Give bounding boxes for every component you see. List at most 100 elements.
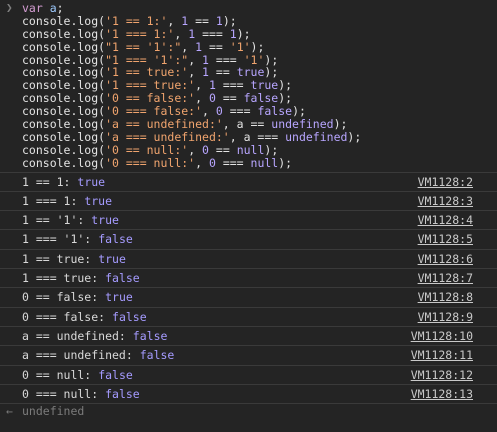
- log-message: a === undefined:: [22, 348, 133, 363]
- code-token: ==: [208, 65, 237, 80]
- code-token: 0: [208, 155, 216, 170]
- code-token: console.log(: [22, 104, 106, 119]
- code-token: ===: [195, 26, 230, 41]
- code-token: ===: [222, 104, 258, 119]
- code-token: 1: [208, 78, 216, 93]
- code-token: undefined: [271, 117, 334, 132]
- log-value: true: [84, 193, 113, 208]
- code-token: ===: [215, 78, 251, 93]
- code-token: ,: [167, 13, 182, 28]
- code-token: 'a === undefined:': [105, 129, 230, 144]
- source-link[interactable]: VM1128:5: [418, 230, 473, 248]
- code-token: ,: [188, 142, 203, 157]
- log-value: false: [105, 386, 140, 401]
- log-value: false: [105, 271, 140, 286]
- code-token: );: [264, 65, 279, 80]
- code-token: '0 === false:': [105, 104, 203, 119]
- code-token: '1 === 1:': [105, 26, 175, 41]
- code-token: );: [236, 26, 251, 41]
- code-token: '1 == true:': [105, 65, 189, 80]
- source-link[interactable]: VM1128:13: [411, 385, 473, 403]
- log-message: 1 == '1':: [22, 213, 85, 228]
- log-value: true: [77, 174, 106, 189]
- code-token: ==: [208, 142, 237, 157]
- log-row: 1 === 1: true VM1128:3: [0, 192, 497, 212]
- log-value: false: [139, 348, 175, 363]
- log-value: true: [91, 213, 119, 228]
- code-token: ;: [56, 1, 64, 15]
- code-token: ,: [188, 65, 203, 80]
- code-block: var a; console.log('1 == 1:', 1 == 1); con…: [22, 2, 497, 170]
- code-token: );: [278, 78, 293, 93]
- code-token: "1 == '1':": [105, 39, 182, 54]
- code-token: );: [250, 39, 265, 54]
- code-token: console.log(: [22, 78, 106, 93]
- code-token: 1: [202, 52, 209, 67]
- source-link[interactable]: VM1128:12: [411, 366, 473, 384]
- code-token: );: [264, 52, 279, 67]
- code-token: false: [257, 104, 293, 119]
- code-token: "1 === '1':": [105, 52, 189, 67]
- return-value: undefined: [22, 404, 85, 419]
- code-token: '1': [229, 39, 251, 54]
- source-link[interactable]: VM1128:4: [418, 211, 473, 229]
- log-message: 0 == false:: [22, 290, 99, 305]
- code-token: ===: [208, 52, 244, 67]
- log-value: true: [105, 290, 133, 305]
- code-token: '1': [243, 52, 265, 67]
- code-token: 1: [215, 13, 223, 28]
- source-link[interactable]: VM1128:3: [418, 192, 473, 210]
- code-token: undefined: [285, 129, 348, 144]
- code-token: );: [333, 117, 348, 132]
- code-token: console.log(: [22, 13, 106, 28]
- log-row: 1 === true: false VM1128:7: [0, 269, 497, 289]
- source-link[interactable]: VM1128:11: [411, 346, 473, 364]
- code-token: );: [278, 155, 293, 170]
- code-token: ,: [195, 91, 209, 106]
- code-token: console.log(: [22, 52, 106, 67]
- code-token: );: [347, 129, 362, 144]
- source-link[interactable]: VM1128:10: [411, 327, 473, 345]
- code-token: console.log(: [22, 129, 106, 144]
- source-link[interactable]: VM1128:7: [418, 269, 473, 287]
- code-token: '1 == 1:': [105, 13, 168, 28]
- code-token: ,: [174, 26, 189, 41]
- log-message: 0 == null:: [22, 367, 92, 382]
- log-value: false: [132, 328, 168, 343]
- code-token: ,: [195, 155, 209, 170]
- source-link[interactable]: VM1128:9: [418, 308, 473, 326]
- log-row: 1 == '1': true VM1128:4: [0, 211, 497, 231]
- code-token: 0: [208, 91, 216, 106]
- log-message: 1 === 1:: [22, 193, 78, 208]
- code-token: true: [236, 65, 265, 80]
- source-link[interactable]: VM1128:2: [418, 173, 473, 191]
- console-input-entry: ❯ var a; console.log('1 == 1:', 1 == 1); c…: [0, 0, 497, 173]
- code-token: );: [292, 104, 306, 119]
- log-row: 1 == true: true VM1128:6: [0, 250, 497, 270]
- log-row: 0 == null: false VM1128:12: [0, 366, 497, 385]
- code-token: console.log(: [22, 39, 106, 54]
- log-row: 1 == 1: true VM1128:2: [0, 173, 497, 192]
- log-list: 1 == 1: true VM1128:2 1 === 1: true VM1128:…: [0, 173, 497, 405]
- code-token: ==: [202, 39, 230, 54]
- code-token: );: [278, 91, 293, 106]
- log-value: false: [112, 309, 147, 324]
- code-token: 0: [215, 104, 223, 119]
- log-message: 0 === null:: [22, 386, 99, 401]
- log-message: 1 == true:: [22, 251, 92, 266]
- code-token: ,: [181, 39, 196, 54]
- log-row: 0 === null: false VM1128:13: [0, 385, 497, 405]
- code-token: '0 === null:': [105, 155, 196, 170]
- log-row: 1 === '1': false VM1128:5: [0, 230, 497, 250]
- code-token: ===: [215, 155, 251, 170]
- code-token: '0 == false:': [105, 91, 196, 106]
- log-row: a == undefined: false VM1128:10: [0, 327, 497, 347]
- code-token: , a ==: [222, 117, 272, 132]
- code-token: var: [22, 1, 43, 15]
- console-panel: ❯ var a; console.log('1 == 1:', 1 == 1); c…: [0, 0, 497, 418]
- return-arrow-icon: ←: [6, 404, 13, 419]
- code-token: null: [250, 155, 279, 170]
- code-token: ,: [202, 104, 216, 119]
- source-link[interactable]: VM1128:6: [418, 250, 473, 268]
- source-link[interactable]: VM1128:8: [418, 288, 473, 306]
